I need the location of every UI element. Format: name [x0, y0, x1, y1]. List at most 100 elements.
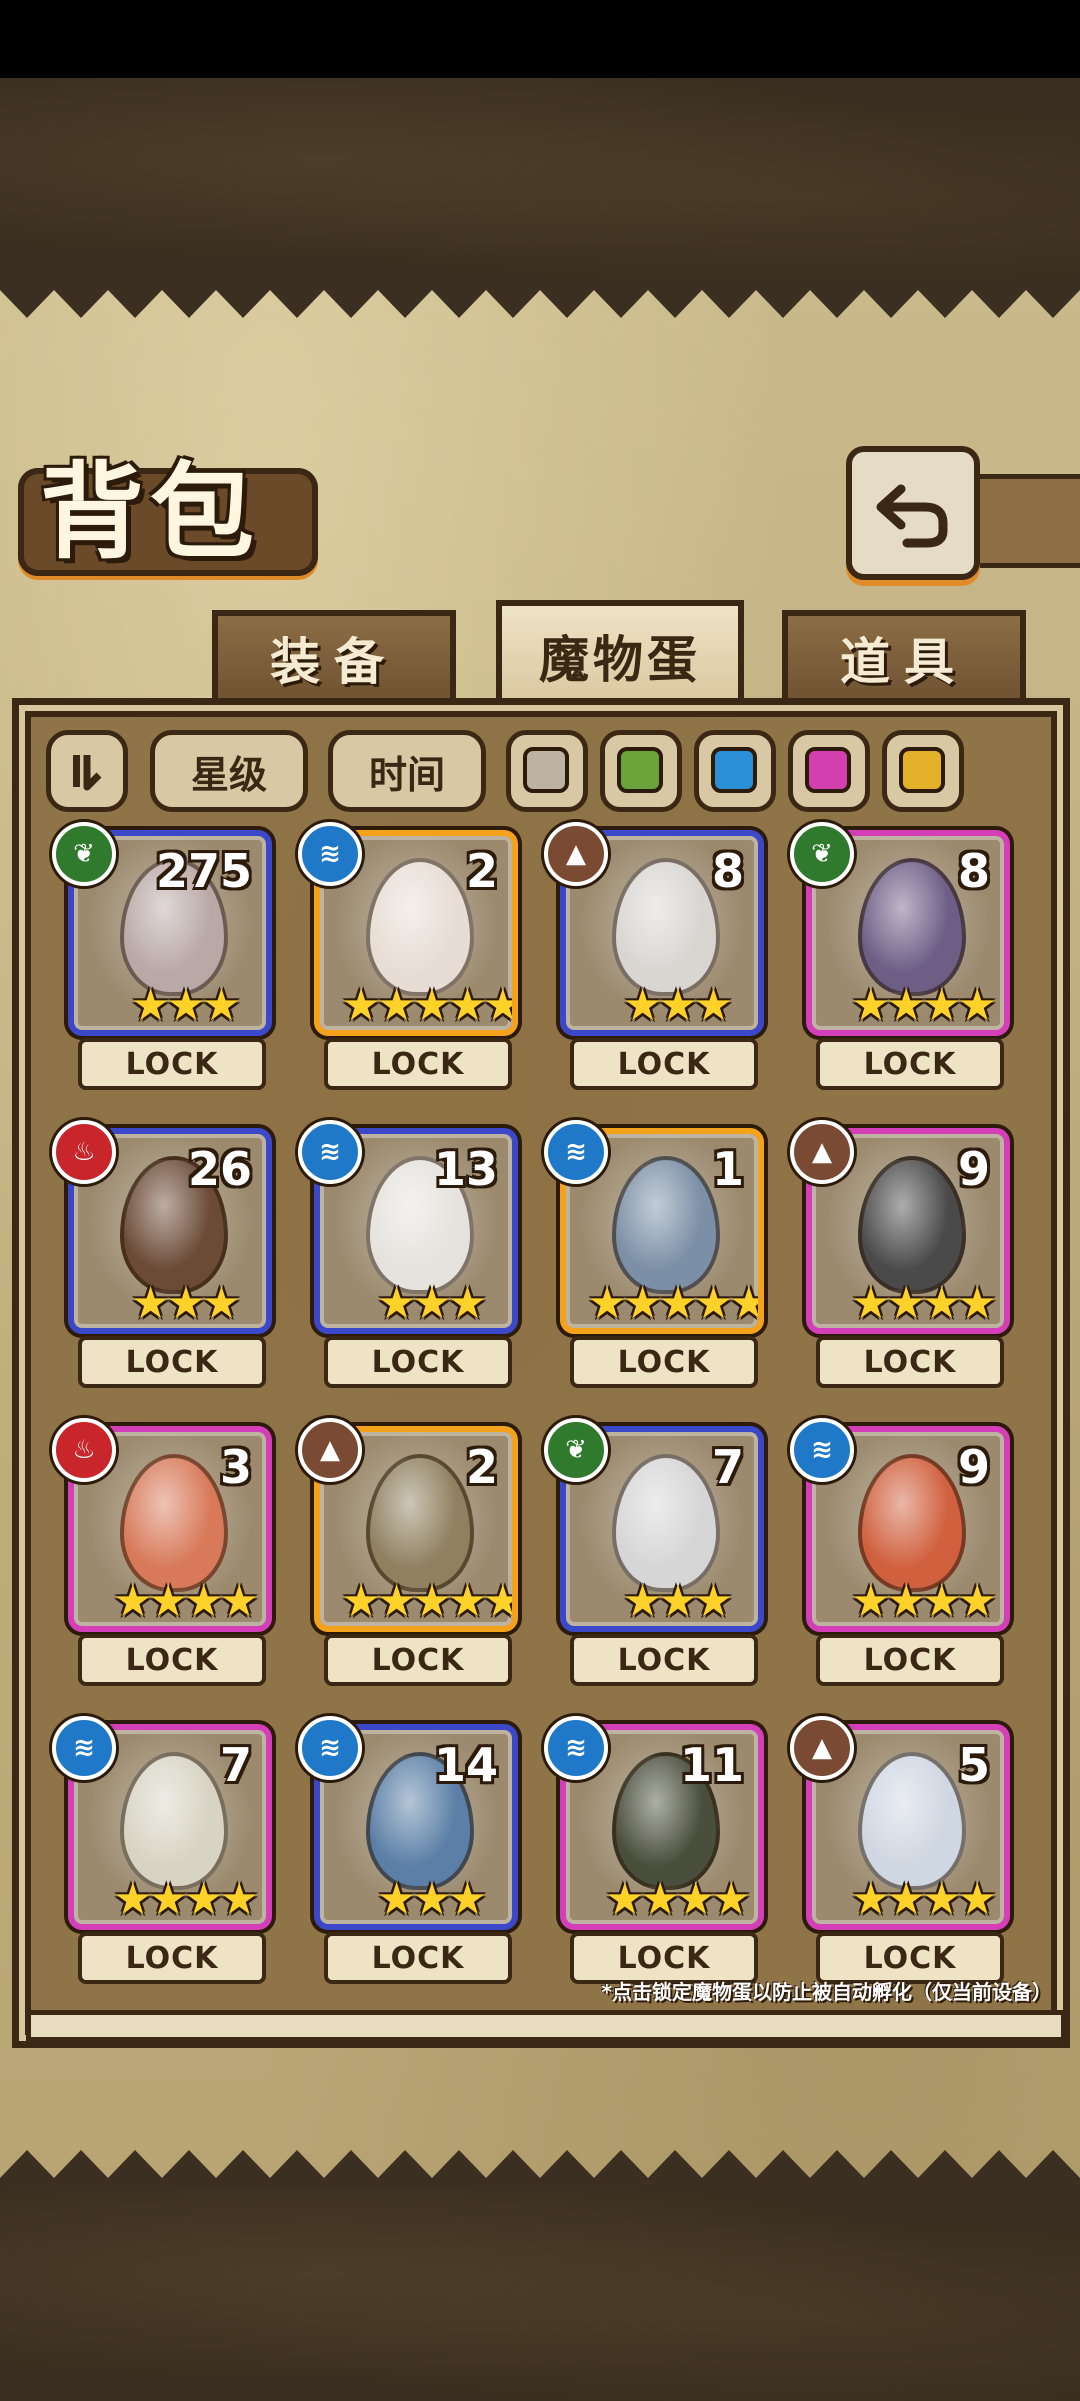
monster-egg-image [366, 858, 474, 996]
lock-button[interactable]: LOCK [78, 1634, 266, 1686]
egg-card[interactable]: 2 ★★★★★ ≋ LOCK [298, 822, 522, 1090]
star-rating: ★★★★ [605, 1874, 751, 1925]
monster-egg-image [120, 1752, 228, 1890]
lock-button[interactable]: LOCK [570, 1634, 758, 1686]
egg-card[interactable]: 7 ★★★ ❦ LOCK [544, 1418, 768, 1686]
lock-button[interactable]: LOCK [78, 1038, 266, 1090]
filter-color-yellow[interactable] [882, 730, 964, 812]
tab-monster-eggs-label: 魔物蛋 [539, 631, 701, 689]
star-rating: ★★★ [622, 1576, 733, 1627]
egg-card[interactable]: 11 ★★★★ ≋ LOCK [544, 1716, 768, 1984]
star-rating: ★★★★ [113, 1576, 259, 1627]
egg-count: 8 [711, 844, 744, 898]
egg-card[interactable]: 9 ★★★★ ≋ LOCK [790, 1418, 1014, 1686]
egg-card[interactable]: 275 ★★★ ❦ LOCK [52, 822, 276, 1090]
water-element-icon: ≋ [544, 1716, 608, 1780]
monster-egg-image [858, 1454, 966, 1592]
star-rating: ★★★★★ [587, 1278, 764, 1329]
star-rating: ★★★★ [851, 1576, 997, 1627]
water-element-icon: ≋ [52, 1716, 116, 1780]
tab-monster-eggs[interactable]: 魔物蛋 [496, 600, 744, 706]
filter-color-pink[interactable] [788, 730, 870, 812]
lock-button[interactable]: LOCK [570, 1336, 758, 1388]
tab-items-label: 道具 [840, 633, 968, 691]
egg-count: 11 [679, 1738, 744, 1792]
filter-color-blue[interactable] [694, 730, 776, 812]
monster-egg-image [858, 858, 966, 996]
return-arrow-icon [876, 484, 948, 548]
egg-card[interactable]: 14 ★★★ ≋ LOCK [298, 1716, 522, 1984]
lock-button[interactable]: LOCK [816, 1038, 1004, 1090]
map-background-bottom [0, 2190, 1080, 2401]
tab-bar: 装备 魔物蛋 道具 [0, 600, 1080, 706]
egg-count: 8 [957, 844, 990, 898]
egg-card[interactable]: 1 ★★★★★ ≋ LOCK [544, 1120, 768, 1388]
sort-by-time-button[interactable]: 时间 [328, 730, 486, 812]
monster-egg-image [612, 858, 720, 996]
egg-card[interactable]: 7 ★★★★ ≋ LOCK [52, 1716, 276, 1984]
filter-color-gray[interactable] [506, 730, 588, 812]
lock-button[interactable]: LOCK [78, 1336, 266, 1388]
sort-icon [73, 755, 102, 791]
lock-button[interactable]: LOCK [78, 1932, 266, 1984]
back-button[interactable] [846, 446, 980, 580]
swatch-pink [805, 747, 851, 793]
monster-egg-image [612, 1156, 720, 1294]
star-rating: ★★★★ [851, 1874, 997, 1925]
egg-count: 1 [711, 1142, 744, 1196]
egg-count: 2 [465, 1440, 498, 1494]
egg-card[interactable]: 26 ★★★ ♨ LOCK [52, 1120, 276, 1388]
egg-card[interactable]: 9 ★★★★ ▲ LOCK [790, 1120, 1014, 1388]
water-element-icon: ≋ [790, 1418, 854, 1482]
lock-button[interactable]: LOCK [324, 1038, 512, 1090]
swatch-green [617, 747, 663, 793]
panel-bottom-rail [26, 2010, 1066, 2042]
map-background-top [0, 78, 1080, 278]
sort-by-time-label: 时间 [368, 752, 445, 797]
star-rating: ★★★ [130, 980, 241, 1031]
star-rating: ★★★★★ [341, 980, 518, 1031]
lock-button[interactable]: LOCK [816, 1634, 1004, 1686]
lock-button[interactable]: LOCK [324, 1336, 512, 1388]
water-element-icon: ≋ [544, 1120, 608, 1184]
star-rating: ★★★ [130, 1278, 241, 1329]
egg-count: 9 [957, 1440, 990, 1494]
star-rating: ★★★ [622, 980, 733, 1031]
earth-element-icon: ▲ [790, 1716, 854, 1780]
filter-color-green[interactable] [600, 730, 682, 812]
lock-button[interactable]: LOCK [816, 1336, 1004, 1388]
grass-element-icon: ❦ [52, 822, 116, 886]
egg-card[interactable]: 13 ★★★ ≋ LOCK [298, 1120, 522, 1388]
water-element-icon: ≋ [298, 1716, 362, 1780]
fire-element-icon: ♨ [52, 1418, 116, 1482]
egg-count: 5 [957, 1738, 990, 1792]
egg-card[interactable]: 5 ★★★★ ▲ LOCK [790, 1716, 1014, 1984]
tab-equipment[interactable]: 装备 [212, 610, 456, 700]
star-rating: ★★★★ [113, 1874, 259, 1925]
egg-grid: 275 ★★★ ❦ LOCK 2 ★★★★★ ≋ LOCK 8 ★★★ ▲ LOCK 8 ★★★★ ❦ LOC… [52, 822, 1020, 1984]
egg-card[interactable]: 2 ★★★★★ ▲ LOCK [298, 1418, 522, 1686]
parchment-torn-edge-bottom [0, 2150, 1080, 2190]
star-rating: ★★★ [376, 1278, 487, 1329]
earth-element-icon: ▲ [298, 1418, 362, 1482]
monster-egg-image [366, 1454, 474, 1592]
fire-element-icon: ♨ [52, 1120, 116, 1184]
sort-by-star-label: 星级 [190, 752, 267, 797]
swatch-gray [523, 747, 569, 793]
swatch-blue [711, 747, 757, 793]
grass-element-icon: ❦ [544, 1418, 608, 1482]
lock-button[interactable]: LOCK [570, 1038, 758, 1090]
egg-card[interactable]: 8 ★★★★ ❦ LOCK [790, 822, 1014, 1090]
sort-by-star-button[interactable]: 星级 [150, 730, 308, 812]
egg-count: 2 [465, 844, 498, 898]
star-rating: ★★★ [376, 1874, 487, 1925]
earth-element-icon: ▲ [790, 1120, 854, 1184]
sort-toggle-button[interactable] [46, 730, 128, 812]
lock-button[interactable]: LOCK [324, 1634, 512, 1686]
egg-card[interactable]: 8 ★★★ ▲ LOCK [544, 822, 768, 1090]
lock-hint-note: *点击锁定魔物蛋以防止被自动孵化（仅当前设备） [601, 1980, 1052, 2004]
egg-count: 9 [957, 1142, 990, 1196]
egg-count: 3 [219, 1440, 252, 1494]
tab-items[interactable]: 道具 [782, 610, 1026, 700]
egg-card[interactable]: 3 ★★★★ ♨ LOCK [52, 1418, 276, 1686]
